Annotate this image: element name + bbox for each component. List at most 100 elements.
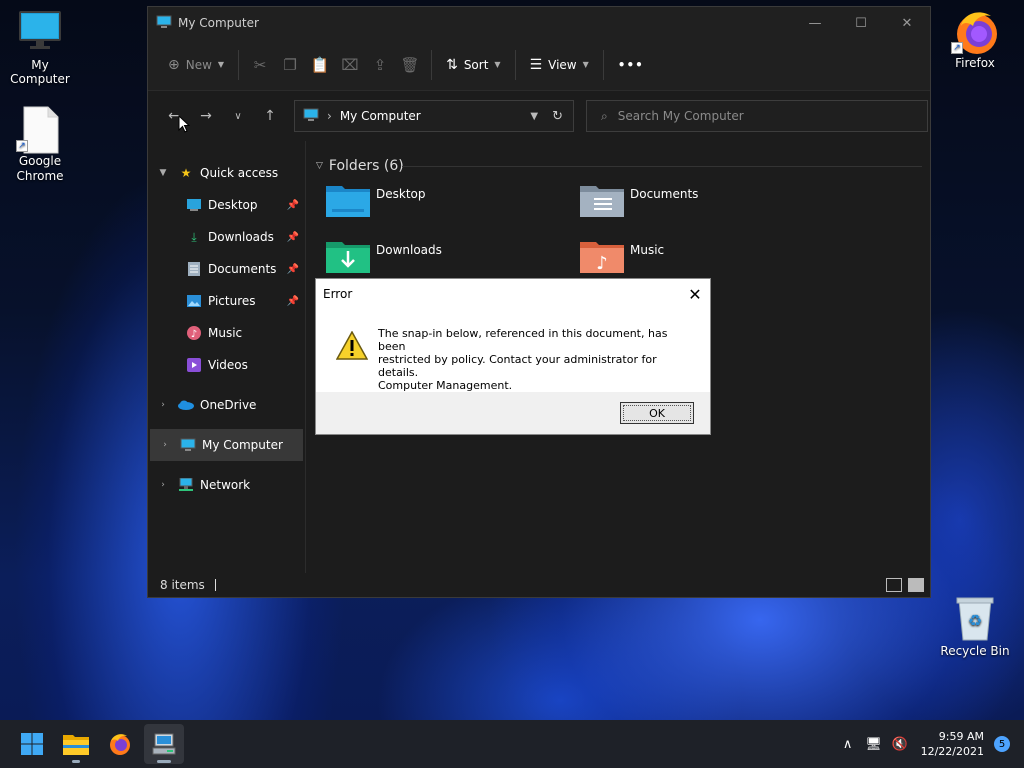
maximize-button[interactable]: ☐ [838,7,884,39]
desktop-icon-google-chrome[interactable]: ↗ Google Chrome [0,106,80,184]
group-title: Folders (6) [328,158,404,174]
taskbar-firefox[interactable] [100,724,140,764]
details-view-icon[interactable] [886,578,902,592]
nav-item-label: Quick access [200,166,279,180]
firefox-icon: ↗ [951,8,997,54]
recycle-bin-icon: ♻ [953,596,997,641]
delete-icon[interactable]: 🗑 [395,49,425,81]
volume-muted-icon[interactable]: 🔇 [887,737,913,752]
chevron-down-icon[interactable]: ▼ [156,168,170,178]
nav-item-desktop[interactable]: Desktop 📌 [148,189,305,221]
shortcut-arrow-icon: ↗ [951,42,963,54]
taskbar: ∧ 🖥 🔇 9:59 AM 12/22/2021 5 [0,720,1024,768]
chevron-right-icon[interactable]: › [156,480,170,490]
nav-item-onedrive[interactable]: › OneDrive [148,389,305,421]
pin-icon[interactable]: 📌 [287,296,299,307]
shortcut-arrow-icon: ↗ [16,140,28,152]
toolbar-divider [602,49,604,80]
address-bar[interactable]: › My Computer ▼ ↻ [294,100,574,132]
desktop-icon-label: Google Chrome [16,154,64,183]
desktop-icon-my-computer[interactable]: My Computer [0,10,80,86]
nav-item-videos[interactable]: Videos [148,349,305,381]
item-count: 8 items [160,578,205,592]
nav-item-pictures[interactable]: Pictures 📌 [148,285,305,317]
group-divider [402,166,922,167]
nav-item-documents[interactable]: Documents 📌 [148,253,305,285]
refresh-icon[interactable]: ↻ [552,109,563,124]
nav-item-music[interactable]: ♪ Music [148,317,305,349]
cut-icon[interactable]: ✂ [245,49,275,81]
chevron-up-icon[interactable]: ∧ [835,737,861,752]
sort-label: Sort [463,57,489,72]
window-title: My Computer [178,16,259,30]
up-arrow-icon[interactable]: ↑ [254,100,286,132]
taskbar-file-explorer[interactable] [56,724,96,764]
search-input[interactable] [617,109,898,123]
error-dialog: Error ✕ The snap-in below, referenced in… [315,278,711,435]
close-button[interactable]: ✕ [884,7,930,39]
share-icon[interactable]: ⇪ [365,49,395,81]
new-button[interactable]: ⊕ New ▼ [160,49,232,81]
folder-documents[interactable]: Documents [580,183,820,229]
dialog-message-line: restricted by policy. Contact your admin… [378,353,657,379]
computer-icon [156,15,172,32]
running-indicator [157,760,171,763]
nav-item-label: Desktop [208,198,258,212]
network-monitor-icon[interactable]: 🖥 [861,737,887,752]
nav-item-my-computer[interactable]: › My Computer [150,429,303,461]
computer-icon [303,108,319,125]
large-icons-view-icon[interactable] [908,578,924,592]
search-icon: ⌕ [601,108,608,123]
view-button[interactable]: ☰ View ▼ [522,49,597,81]
forward-arrow-icon[interactable]: → [190,100,222,132]
dialog-title: Error [323,287,353,301]
dialog-title-bar[interactable]: Error ✕ [316,279,710,309]
paste-icon[interactable]: 📋 [305,49,335,81]
clock[interactable]: 9:59 AM 12/22/2021 [921,729,984,759]
mouse-cursor-icon [178,114,191,136]
folder-name: Downloads [376,243,442,257]
video-icon [186,357,202,373]
chevron-right-icon[interactable]: › [158,440,172,450]
title-bar[interactable]: My Computer — ☐ ✕ [148,7,930,39]
navigation-bar: ← → ∨ ↑ › My Computer ▼ ↻ ⌕ [148,91,930,141]
chevron-down-icon: ▼ [217,60,225,69]
ok-button[interactable]: OK [620,402,694,424]
clock-date: 12/22/2021 [920,745,984,758]
sort-button[interactable]: ⇅ Sort ▼ [438,49,509,81]
folder-desktop[interactable]: Desktop [326,183,566,229]
desktop-icon-firefox[interactable]: ↗ Firefox [935,8,1015,70]
desktop-icon-recycle-bin[interactable]: ♻ Recycle Bin [935,596,1015,658]
chevron-right-icon[interactable]: › [156,400,170,410]
address-dropdown-icon[interactable]: ▼ [530,111,538,122]
rename-icon[interactable]: ⌧ [335,49,365,81]
svg-text:♻: ♻ [968,611,982,630]
chevron-down-icon[interactable]: ▽ [316,161,323,171]
taskbar-computer-management[interactable] [144,724,184,764]
minimize-button[interactable]: — [792,7,838,39]
nav-item-label: Documents [208,262,277,276]
dialog-footer: OK [316,392,710,434]
notification-badge[interactable]: 5 [994,736,1010,752]
copy-icon[interactable]: ❐ [275,49,305,81]
pin-icon[interactable]: 📌 [287,232,299,243]
nav-item-downloads[interactable]: ⤓ Downloads 📌 [148,221,305,253]
computer-management-icon [152,733,176,755]
start-button[interactable] [12,724,52,764]
document-icon: ↗ [16,106,62,154]
nav-item-quick-access[interactable]: ▼ ★ Quick access [148,157,305,189]
firefox-icon [110,734,130,755]
pin-icon[interactable]: 📌 [287,200,299,211]
breadcrumb-my-computer[interactable]: My Computer [340,109,421,123]
plus-circle-icon: ⊕ [168,56,180,73]
windows-logo-icon [21,733,43,755]
close-icon[interactable]: ✕ [680,285,710,304]
command-bar: ⊕ New ▼ ✂ ❐ 📋 ⌧ ⇪ 🗑 ⇅ Sort ▼ ☰ View ▼ ••… [148,39,930,91]
search-box[interactable]: ⌕ [586,100,928,132]
view-list-icon: ☰ [529,56,543,73]
document-icon [186,261,202,277]
more-options-button[interactable]: ••• [610,49,652,81]
nav-item-network[interactable]: › Network [148,469,305,501]
pin-icon[interactable]: 📌 [287,264,299,275]
recent-locations-chevron-icon[interactable]: ∨ [222,100,254,132]
